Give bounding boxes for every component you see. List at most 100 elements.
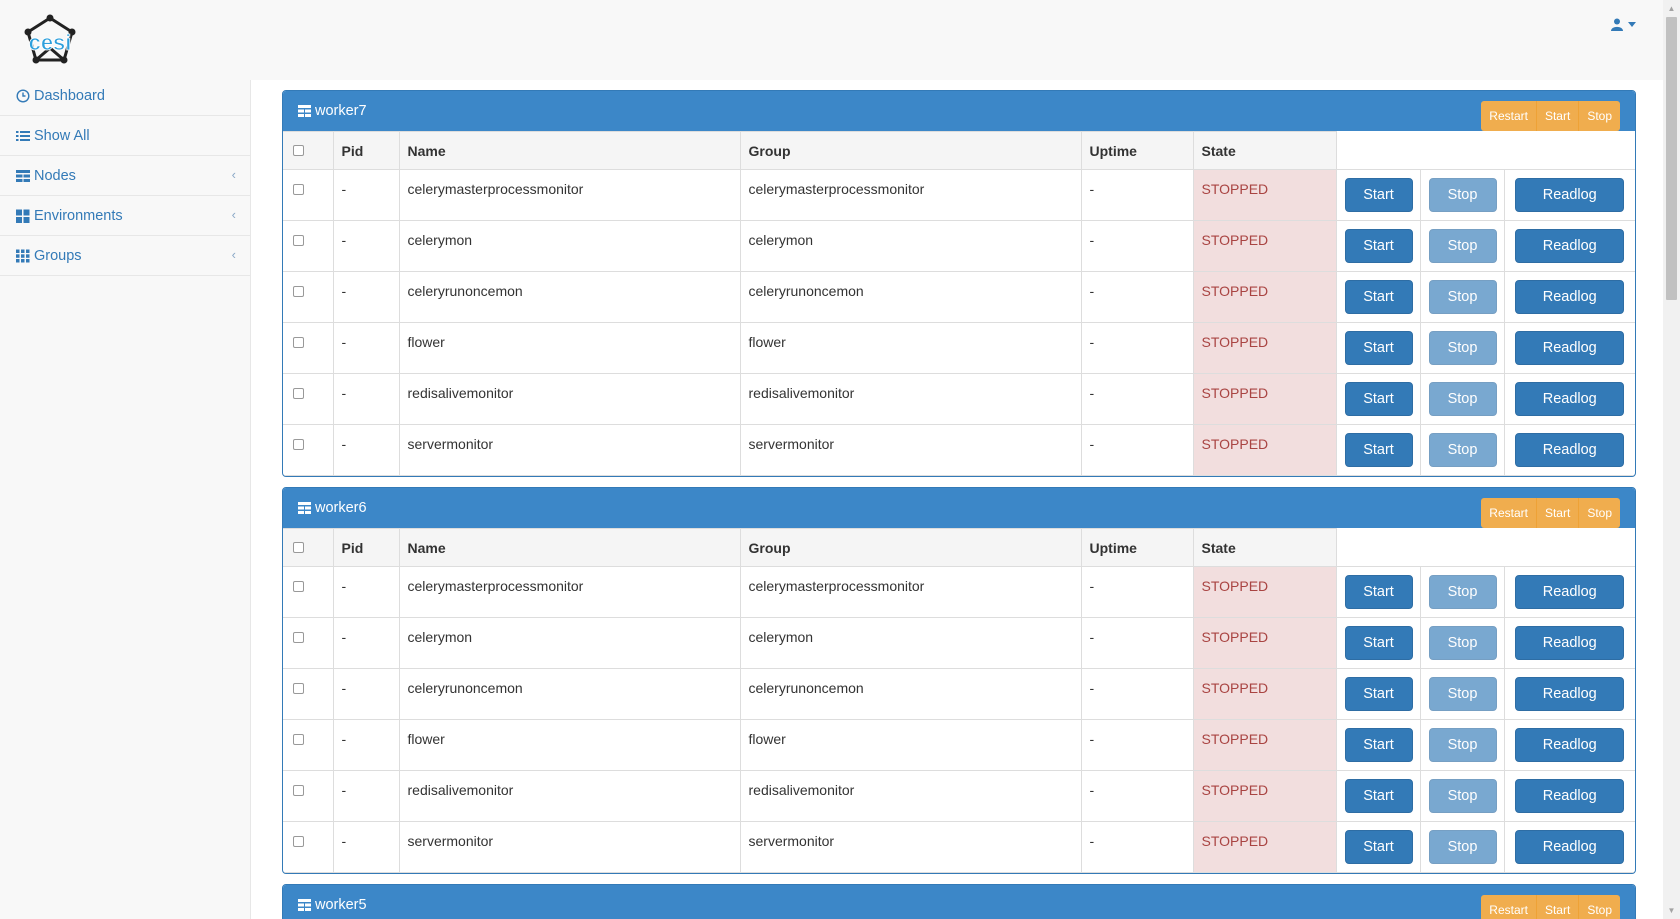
start-button[interactable]: Start bbox=[1344, 626, 1413, 660]
start-cell: Start bbox=[1335, 821, 1421, 873]
stop-button[interactable]: Stop bbox=[1428, 728, 1497, 762]
readlog-cell: Readlog bbox=[1503, 373, 1635, 425]
state-cell: STOPPED bbox=[1192, 271, 1337, 323]
checkbox-cell bbox=[283, 770, 334, 822]
start-button[interactable]: Start bbox=[1344, 331, 1413, 365]
readlog-cell: Readlog bbox=[1503, 770, 1635, 822]
stop-button[interactable]: Stop bbox=[1428, 626, 1497, 660]
stop-button[interactable]: Stop bbox=[1428, 229, 1497, 263]
start-node-button[interactable]: Start bbox=[1536, 498, 1580, 528]
select-all-checkbox[interactable] bbox=[293, 144, 304, 156]
readlog-button[interactable]: Readlog bbox=[1515, 575, 1625, 609]
stop-button[interactable]: Stop bbox=[1428, 178, 1497, 212]
uptime-cell: - bbox=[1080, 271, 1194, 323]
row-checkbox[interactable] bbox=[293, 632, 304, 643]
sidebar-item-dashboard[interactable]: Dashboard bbox=[0, 76, 250, 116]
start-button[interactable]: Start bbox=[1344, 575, 1413, 609]
stop-node-button[interactable]: Stop bbox=[1579, 101, 1620, 131]
sidebar-item-environments[interactable]: Environments ‹ bbox=[0, 196, 250, 236]
sidebar-item-nodes[interactable]: Nodes ‹ bbox=[0, 156, 250, 196]
start-button[interactable]: Start bbox=[1344, 382, 1413, 416]
readlog-button[interactable]: Readlog bbox=[1515, 728, 1625, 762]
row-checkbox[interactable] bbox=[293, 734, 304, 745]
restart-node-button[interactable]: Restart bbox=[1481, 895, 1537, 919]
row-checkbox[interactable] bbox=[293, 439, 304, 450]
sidebar-item-groups[interactable]: Groups ‹ bbox=[0, 236, 250, 276]
row-checkbox[interactable] bbox=[293, 836, 304, 847]
stop-button[interactable]: Stop bbox=[1428, 280, 1497, 314]
row-checkbox[interactable] bbox=[293, 785, 304, 796]
scrollbar[interactable]: ▲ ▼ bbox=[1663, 0, 1680, 919]
stop-button[interactable]: Stop bbox=[1428, 433, 1497, 467]
scroll-down-icon[interactable]: ▼ bbox=[1663, 902, 1680, 919]
name-cell: redisalivemonitor bbox=[398, 373, 741, 425]
restart-node-button[interactable]: Restart bbox=[1481, 101, 1537, 131]
state-cell: STOPPED bbox=[1192, 668, 1337, 720]
stop-button[interactable]: Stop bbox=[1428, 830, 1497, 864]
start-button[interactable]: Start bbox=[1344, 229, 1413, 263]
start-button[interactable]: Start bbox=[1344, 433, 1413, 467]
start-button[interactable]: Start bbox=[1344, 728, 1413, 762]
group-cell: celerymasterprocessmonitor bbox=[739, 566, 1082, 618]
readlog-button[interactable]: Readlog bbox=[1515, 178, 1625, 212]
stop-button[interactable]: Stop bbox=[1428, 382, 1497, 416]
row-checkbox[interactable] bbox=[293, 235, 304, 246]
name-cell: celeryrunoncemon bbox=[398, 668, 741, 720]
readlog-cell: Readlog bbox=[1503, 169, 1635, 221]
user-menu[interactable] bbox=[1611, 18, 1636, 31]
state-cell: STOPPED bbox=[1192, 220, 1337, 272]
pid-cell: - bbox=[332, 566, 400, 618]
start-node-button[interactable]: Start bbox=[1536, 895, 1580, 919]
readlog-button[interactable]: Readlog bbox=[1515, 830, 1625, 864]
sidebar-item-label: Groups bbox=[34, 247, 82, 264]
stop-button[interactable]: Stop bbox=[1428, 331, 1497, 365]
pid-cell: - bbox=[332, 271, 400, 323]
scroll-up-icon[interactable]: ▲ bbox=[1663, 0, 1680, 17]
readlog-button[interactable]: Readlog bbox=[1515, 280, 1625, 314]
node-actions: Restart Start Stop bbox=[1481, 895, 1620, 919]
group-cell: redisalivemonitor bbox=[739, 373, 1082, 425]
sidebar-item-show-all[interactable]: Show All bbox=[0, 116, 250, 156]
row-checkbox[interactable] bbox=[293, 286, 304, 297]
stop-node-button[interactable]: Stop bbox=[1579, 895, 1620, 919]
row-checkbox[interactable] bbox=[293, 581, 304, 592]
start-button[interactable]: Start bbox=[1344, 178, 1413, 212]
stop-button[interactable]: Stop bbox=[1428, 677, 1497, 711]
readlog-button[interactable]: Readlog bbox=[1515, 677, 1625, 711]
readlog-button[interactable]: Readlog bbox=[1515, 779, 1625, 813]
readlog-button[interactable]: Readlog bbox=[1515, 229, 1625, 263]
table-icon bbox=[298, 899, 311, 911]
state-cell: STOPPED bbox=[1192, 566, 1337, 618]
start-node-button[interactable]: Start bbox=[1536, 101, 1580, 131]
row-checkbox[interactable] bbox=[293, 184, 304, 195]
readlog-button[interactable]: Readlog bbox=[1515, 433, 1625, 467]
sidebar-item-label: Environments bbox=[34, 207, 123, 224]
name-cell: celerymon bbox=[398, 220, 741, 272]
stop-node-button[interactable]: Stop bbox=[1579, 498, 1620, 528]
stop-button[interactable]: Stop bbox=[1428, 779, 1497, 813]
cesi-logo[interactable]: cesi bbox=[18, 14, 82, 66]
group-cell: servermonitor bbox=[739, 424, 1082, 476]
row-checkbox[interactable] bbox=[293, 337, 304, 348]
name-cell: servermonitor bbox=[398, 821, 741, 873]
readlog-button[interactable]: Readlog bbox=[1515, 626, 1625, 660]
start-button[interactable]: Start bbox=[1344, 830, 1413, 864]
readlog-button[interactable]: Readlog bbox=[1515, 331, 1625, 365]
column-header: Pid bbox=[332, 528, 400, 567]
checkbox-cell bbox=[283, 169, 334, 221]
readlog-button[interactable]: Readlog bbox=[1515, 382, 1625, 416]
start-cell: Start bbox=[1335, 271, 1421, 323]
row-checkbox[interactable] bbox=[293, 683, 304, 694]
state-cell: STOPPED bbox=[1192, 719, 1337, 771]
row-checkbox[interactable] bbox=[293, 388, 304, 399]
grid-icon bbox=[16, 209, 30, 223]
uptime-cell: - bbox=[1080, 821, 1194, 873]
start-button[interactable]: Start bbox=[1344, 677, 1413, 711]
readlog-cell: Readlog bbox=[1503, 617, 1635, 669]
restart-node-button[interactable]: Restart bbox=[1481, 498, 1537, 528]
select-all-checkbox[interactable] bbox=[293, 541, 304, 553]
scrollbar-thumb[interactable] bbox=[1666, 17, 1677, 300]
stop-button[interactable]: Stop bbox=[1428, 575, 1497, 609]
start-button[interactable]: Start bbox=[1344, 779, 1413, 813]
start-button[interactable]: Start bbox=[1344, 280, 1413, 314]
